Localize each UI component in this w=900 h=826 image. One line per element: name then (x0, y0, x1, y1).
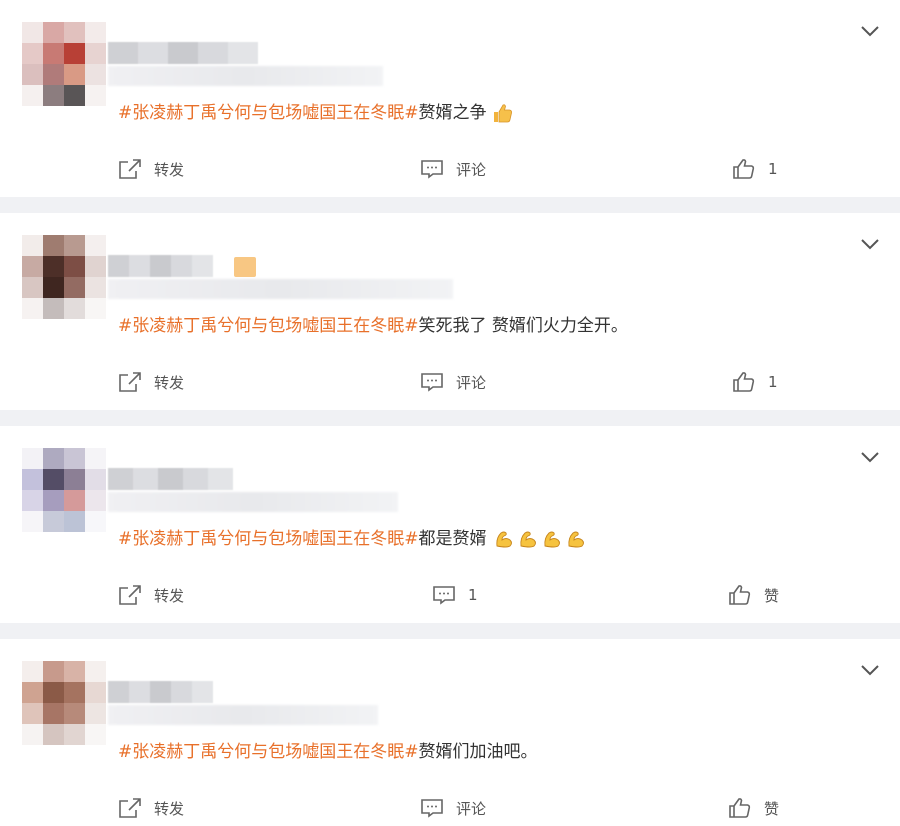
post-text: 都是赘婿 (418, 529, 487, 549)
comment-button[interactable]: 1 (432, 578, 478, 612)
repost-label: 转发 (154, 160, 185, 179)
chevron-down-icon[interactable] (858, 661, 882, 679)
post-text: 笑死我了 赘婿们火力全开。 (418, 316, 628, 336)
comment-button[interactable]: 评论 (420, 152, 486, 186)
post-content: #张凌赫丁禹兮何与包场嘘国王在冬眠#赘婿们加油吧。 (118, 739, 538, 765)
like-label: 赞 (764, 586, 780, 605)
username-blurred[interactable] (108, 681, 213, 703)
comment-label: 评论 (456, 373, 487, 392)
user-badge (234, 257, 256, 277)
repost-label: 转发 (154, 373, 185, 392)
topic-link[interactable]: #张凌赫丁禹兮何与包场嘘国王在冬眠# (118, 316, 419, 336)
repost-button[interactable]: 转发 (118, 365, 184, 399)
action-bar: 转发 评论 1 (0, 365, 900, 399)
flexed-biceps-icon (494, 526, 516, 552)
like-icon (728, 797, 752, 819)
comment-feed: #张凌赫丁禹兮何与包场嘘国王在冬眠#赘婿之争 转发 评论 1 #张凌赫丁禹兮何与… (0, 0, 900, 826)
like-icon (728, 584, 752, 606)
comment-label: 评论 (456, 160, 487, 179)
share-icon (118, 584, 142, 606)
action-bar: 转发 评论 赞 (0, 791, 900, 825)
topic-link[interactable]: #张凌赫丁禹兮何与包场嘘国王在冬眠# (118, 742, 419, 762)
topic-link[interactable]: #张凌赫丁禹兮何与包场嘘国王在冬眠# (118, 529, 419, 549)
repost-label: 转发 (154, 799, 185, 818)
topic-link[interactable]: #张凌赫丁禹兮何与包场嘘国王在冬眠# (118, 103, 419, 123)
post-card: #张凌赫丁禹兮何与包场嘘国王在冬眠#赘婿们加油吧。 转发 评论 赞 (0, 639, 900, 826)
repost-button[interactable]: 转发 (118, 578, 184, 612)
post-card: #张凌赫丁禹兮何与包场嘘国王在冬眠#都是赘婿 转发 1 赞 (0, 426, 900, 623)
repost-button[interactable]: 转发 (118, 152, 184, 186)
post-card: #张凌赫丁禹兮何与包场嘘国王在冬眠#赘婿之争 转发 评论 1 (0, 0, 900, 197)
repost-button[interactable]: 转发 (118, 791, 184, 825)
comment-icon (420, 371, 444, 393)
post-content: #张凌赫丁禹兮何与包场嘘国王在冬眠#都是赘婿 (118, 526, 588, 552)
comment-button[interactable]: 评论 (420, 365, 486, 399)
comment-label: 评论 (456, 799, 487, 818)
like-count: 1 (768, 373, 778, 391)
post-meta-blurred (108, 705, 378, 725)
post-content: #张凌赫丁禹兮何与包场嘘国王在冬眠#赘婿之争 (118, 100, 513, 126)
like-button[interactable]: 1 (732, 152, 778, 186)
post-text: 赘婿之争 (418, 103, 487, 123)
like-button[interactable]: 赞 (728, 578, 779, 612)
share-icon (118, 158, 142, 180)
comment-icon (432, 584, 456, 606)
username-blurred[interactable] (108, 468, 233, 490)
like-icon (732, 371, 756, 393)
avatar[interactable] (22, 22, 106, 106)
comment-icon (420, 797, 444, 819)
avatar[interactable] (22, 661, 106, 745)
like-label: 赞 (764, 799, 780, 818)
flexed-biceps-icon (566, 526, 588, 552)
comment-icon (420, 158, 444, 180)
like-count: 1 (768, 160, 778, 178)
post-meta-blurred (108, 66, 383, 86)
action-bar: 转发 1 赞 (0, 578, 900, 612)
avatar[interactable] (22, 235, 106, 319)
share-icon (118, 371, 142, 393)
like-button[interactable]: 赞 (728, 791, 779, 825)
comment-button[interactable]: 评论 (420, 791, 486, 825)
username-blurred[interactable] (108, 255, 213, 277)
share-icon (118, 797, 142, 819)
post-meta-blurred (108, 492, 398, 512)
chevron-down-icon[interactable] (858, 22, 882, 40)
chevron-down-icon[interactable] (858, 448, 882, 466)
flexed-biceps-icon (542, 526, 564, 552)
flexed-biceps-icon (518, 526, 540, 552)
post-card: #张凌赫丁禹兮何与包场嘘国王在冬眠#笑死我了 赘婿们火力全开。 转发 评论 1 (0, 213, 900, 410)
action-bar: 转发 评论 1 (0, 152, 900, 186)
post-text: 赘婿们加油吧。 (418, 742, 538, 762)
thumbs-up-icon (491, 100, 513, 126)
post-content: #张凌赫丁禹兮何与包场嘘国王在冬眠#笑死我了 赘婿们火力全开。 (118, 313, 628, 339)
post-meta-blurred (108, 279, 453, 299)
chevron-down-icon[interactable] (858, 235, 882, 253)
username-blurred[interactable] (108, 42, 258, 64)
avatar[interactable] (22, 448, 106, 532)
comment-count: 1 (468, 586, 478, 604)
like-button[interactable]: 1 (732, 365, 778, 399)
repost-label: 转发 (154, 586, 185, 605)
like-icon (732, 158, 756, 180)
